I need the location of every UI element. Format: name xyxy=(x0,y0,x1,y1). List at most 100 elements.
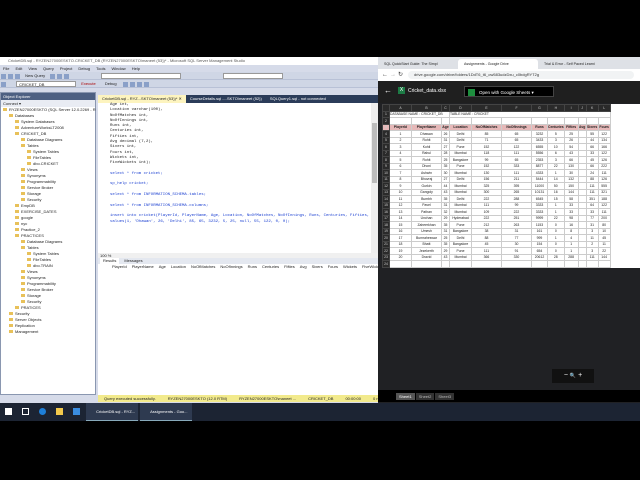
connect-icon[interactable] xyxy=(1,81,6,87)
parse-icon[interactable] xyxy=(122,81,128,87)
back-arrow-icon[interactable]: ← xyxy=(384,86,392,95)
tree-node-label: PRATICES xyxy=(21,305,41,310)
save-icon[interactable] xyxy=(15,73,20,79)
browser-tabs: SQL QuickStart Guide: The Simpl Assignmen… xyxy=(378,57,640,69)
query-tab[interactable]: SQLQuery1.sql - not connected xyxy=(266,95,330,103)
folder-icon xyxy=(9,330,13,334)
menu-item-project[interactable]: Project xyxy=(60,66,72,71)
tree-node-label: Database Diagrams xyxy=(27,239,63,244)
sql-toolbar: CRICKET_DB Execute Debug xyxy=(0,80,378,88)
comment-icon[interactable] xyxy=(143,81,149,87)
editor-scrollbar[interactable] xyxy=(371,103,378,253)
tree-node-label: Replication xyxy=(15,323,35,328)
menu-item-debug[interactable]: Debug xyxy=(78,66,90,71)
paste-icon[interactable] xyxy=(57,73,63,79)
tree-node-label: RYZEN27000ESKTO (SQL Server 12.0.2269 - … xyxy=(9,107,96,112)
tree-node-label: Server Objects xyxy=(15,317,42,322)
browser-tab[interactable]: SQL QuickStart Guide: The Simpl xyxy=(378,59,458,69)
zoom-out-icon[interactable]: − xyxy=(564,372,568,379)
tree-node-label: Practice_2 xyxy=(21,227,40,232)
folder-icon xyxy=(21,288,25,292)
copy-icon[interactable] xyxy=(50,73,56,79)
zoom-controls: − 🔍 + xyxy=(552,369,594,383)
find-box[interactable] xyxy=(222,73,283,79)
status-text: 00:00:00 xyxy=(345,396,362,401)
undo-icon[interactable] xyxy=(64,73,70,79)
execute-button[interactable]: Execute xyxy=(81,81,95,86)
menu-item-help[interactable]: Help xyxy=(132,66,140,71)
scroll-thumb[interactable] xyxy=(372,123,377,183)
excel-file-icon: X xyxy=(398,87,405,94)
results-grid: PlayerId PlayerName Age Location NoOfMatches… xyxy=(98,264,384,395)
folder-icon xyxy=(27,258,31,262)
forward-icon[interactable]: → xyxy=(390,69,396,81)
tree-node-label: FileTables xyxy=(33,257,52,262)
menu-item-view[interactable]: View xyxy=(28,66,37,71)
folder-icon xyxy=(15,126,19,130)
results-grid-icon[interactable] xyxy=(129,81,135,87)
query-tab[interactable]: CourseDetails.sql -...SKTO\maneet (52)) xyxy=(186,95,266,103)
tree-node-label: Programmability xyxy=(27,281,56,286)
folder-icon xyxy=(9,312,13,316)
reload-icon[interactable]: ↻ xyxy=(398,69,403,81)
database-dropdown[interactable]: CRICKET_DB xyxy=(16,81,77,87)
file-explorer-icon[interactable] xyxy=(56,408,63,415)
folder-icon xyxy=(27,150,31,154)
cell xyxy=(563,260,579,268)
tree-node-label: AdventureWorksLT2008 xyxy=(21,125,64,130)
folder-icon xyxy=(9,324,13,328)
cell xyxy=(531,260,548,268)
menu-item-window[interactable]: Window xyxy=(111,66,125,71)
back-icon[interactable]: ← xyxy=(382,69,388,81)
menu-item-file[interactable]: File xyxy=(3,66,9,71)
taskbar-app-ssms[interactable]: CricketDB.sql - RYZ... xyxy=(86,403,139,421)
folder-icon xyxy=(15,228,19,232)
tree-node-label: Service Broker xyxy=(27,185,54,190)
cell xyxy=(585,260,599,268)
tree-node[interactable]: Management xyxy=(1,329,95,335)
code-line: insert into cricket(PlayerId, PlayerName… xyxy=(110,214,379,219)
query-editor[interactable]: Age int, Location varchar(100), NoOfMatche… xyxy=(98,103,379,253)
ssms-window: CricketDB.sql - RYZEN27000ESKTO.CRICKET_… xyxy=(0,57,385,403)
connect-button[interactable]: Connect ▾ xyxy=(1,100,95,107)
result-column-header: Wickets xyxy=(342,264,357,269)
results-text-icon[interactable] xyxy=(136,81,142,87)
menu-item-tools[interactable]: Tools xyxy=(96,66,105,71)
chrome-window: SQL QuickStart Guide: The Simpl Assignmen… xyxy=(378,57,640,403)
task-view-icon[interactable] xyxy=(22,408,29,415)
folder-icon xyxy=(27,156,31,160)
mail-icon[interactable] xyxy=(73,408,80,415)
sheet-tab[interactable]: Sheet3 xyxy=(435,393,455,400)
folder-icon xyxy=(15,216,19,220)
taskbar-app-chrome[interactable]: Assignments - Goo... xyxy=(140,403,193,421)
sheet-tab[interactable]: Sheet2 xyxy=(415,393,435,400)
windows-start-icon[interactable] xyxy=(5,408,12,415)
debug-button[interactable]: Debug xyxy=(105,81,117,86)
folder-icon xyxy=(21,180,25,184)
browser-tab[interactable]: Trial & Error - Self Paced Learni xyxy=(538,59,618,69)
menu-item-query[interactable]: Query xyxy=(43,66,54,71)
tree-node-label: Databases xyxy=(15,113,35,118)
query-tab[interactable]: CricketDB.sql - RYZ...SKTO\maneet (53))*… xyxy=(98,95,186,103)
cell xyxy=(441,260,450,268)
result-column-header: Fifties xyxy=(284,264,295,269)
edge-icon[interactable] xyxy=(39,408,46,415)
menu-item-edit[interactable]: Edit xyxy=(15,66,22,71)
solution-config-dropdown[interactable] xyxy=(101,73,182,79)
folder-icon xyxy=(21,294,25,298)
folder-icon xyxy=(21,282,25,286)
open-icon[interactable] xyxy=(8,73,13,79)
folder-icon xyxy=(9,114,13,118)
tree-node-label: Tables xyxy=(27,143,39,148)
open-with-sheets-button[interactable]: Open with Google Sheets ▾ xyxy=(464,86,554,97)
new-icon[interactable] xyxy=(1,73,6,79)
url-input[interactable]: drive.google.com/drive/folders/1DdT6_t6_… xyxy=(408,71,634,79)
browser-tab[interactable]: Assignments - Google Drive xyxy=(458,59,538,69)
cell xyxy=(411,260,442,268)
zoom-icon[interactable]: 🔍 xyxy=(570,373,576,379)
sheet-tab[interactable]: Sheet1 xyxy=(396,393,415,400)
zoom-in-icon[interactable]: + xyxy=(578,372,582,379)
tree-node-label: dbo.CRICKET xyxy=(33,161,59,166)
folder-icon xyxy=(21,186,25,190)
new-query-button[interactable]: New Query xyxy=(25,73,45,78)
